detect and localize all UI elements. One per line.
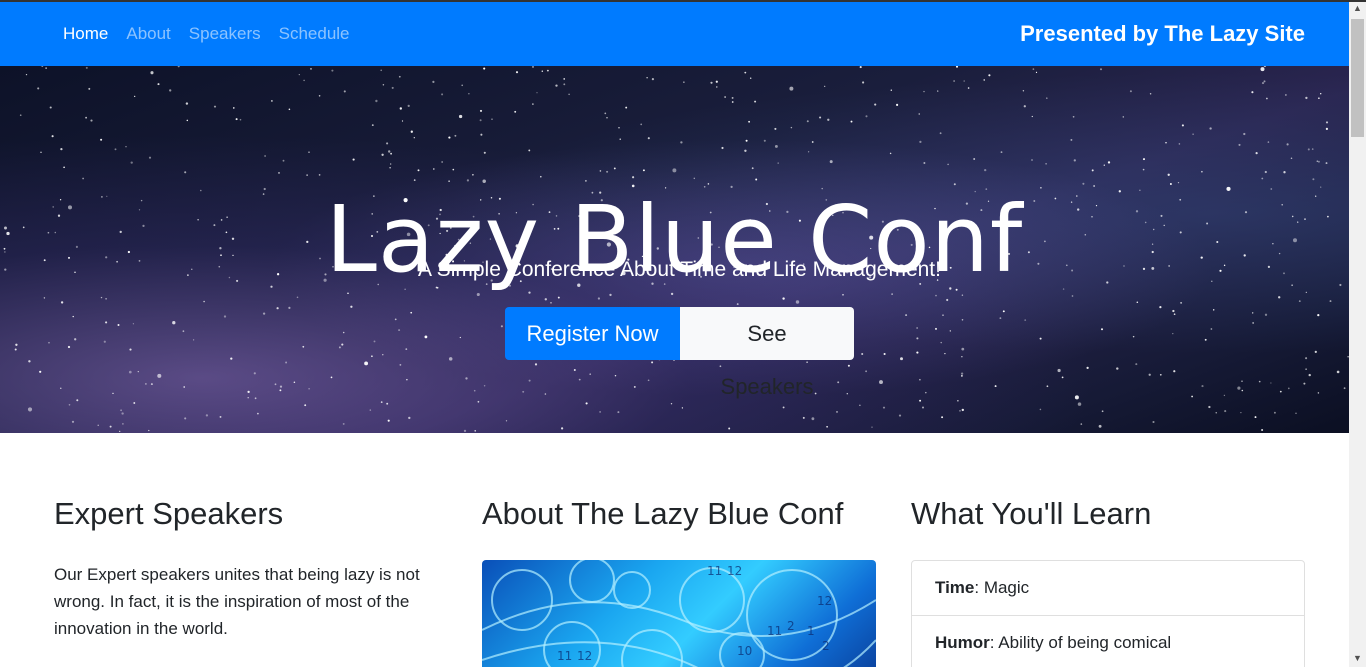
svg-text:2: 2 bbox=[822, 639, 830, 653]
vertical-scrollbar[interactable]: ▲ ▼ bbox=[1349, 0, 1366, 667]
list-item-time: Time: Magic bbox=[912, 561, 1304, 616]
speakers-column: Expert Speakers Our Expert speakers unit… bbox=[54, 495, 454, 642]
learn-desc: : Magic bbox=[974, 578, 1030, 597]
scroll-thumb[interactable] bbox=[1351, 19, 1364, 137]
svg-text:12: 12 bbox=[727, 564, 742, 578]
svg-text:12: 12 bbox=[577, 649, 592, 663]
svg-text:1: 1 bbox=[807, 624, 815, 638]
learn-term: Humor bbox=[935, 633, 990, 652]
nav-about-link[interactable]: About bbox=[126, 24, 170, 44]
nav-home-link[interactable]: Home bbox=[63, 24, 108, 44]
svg-text:10: 10 bbox=[737, 644, 752, 658]
svg-text:2: 2 bbox=[787, 619, 795, 633]
svg-text:11: 11 bbox=[767, 624, 782, 638]
list-item-humor: Humor: Ability of being comical bbox=[912, 616, 1304, 667]
about-heading: About The Lazy Blue Conf bbox=[482, 496, 844, 531]
speakers-text: Our Expert speakers unites that being la… bbox=[54, 565, 420, 638]
svg-text:12: 12 bbox=[817, 594, 832, 608]
window-top-border bbox=[0, 0, 1366, 2]
page-viewport: Home About Speakers Schedule Presented b… bbox=[0, 0, 1349, 667]
navbar-brand[interactable]: Presented by The Lazy Site bbox=[1020, 2, 1305, 66]
speakers-heading: Expert Speakers bbox=[54, 496, 284, 531]
learn-term: Time bbox=[935, 578, 975, 597]
nav-links: Home About Speakers Schedule bbox=[63, 2, 368, 66]
scroll-up-icon[interactable]: ▲ bbox=[1349, 0, 1366, 17]
navbar: Home About Speakers Schedule Presented b… bbox=[0, 2, 1349, 66]
learn-list: Time: Magic Humor: Ability of being comi… bbox=[911, 560, 1305, 667]
learn-heading: What You'll Learn bbox=[911, 496, 1152, 531]
hero-subtitle: A Simple Conference About Time and Life … bbox=[418, 258, 941, 281]
hero-button-group: Register Now See Speakers bbox=[505, 307, 854, 399]
svg-text:11: 11 bbox=[707, 564, 722, 578]
about-column: About The Lazy Blue Conf 11 12 12 11 2 1… bbox=[482, 495, 877, 667]
learn-desc: : Ability of being comical bbox=[989, 633, 1172, 652]
svg-text:11: 11 bbox=[557, 649, 572, 663]
see-speakers-button[interactable]: See Speakers bbox=[680, 307, 854, 399]
scroll-down-icon[interactable]: ▼ bbox=[1349, 650, 1366, 667]
nav-speakers-link[interactable]: Speakers bbox=[189, 24, 261, 44]
clock-graphic: 11 12 12 11 21 2 10 11 12 bbox=[482, 560, 876, 667]
nav-schedule-link[interactable]: Schedule bbox=[279, 24, 350, 44]
register-now-button[interactable]: Register Now bbox=[505, 307, 680, 360]
hero-section: Lazy Blue Conf A Simple Conference About… bbox=[0, 66, 1349, 433]
clock-image: 11 12 12 11 21 2 10 11 12 bbox=[482, 560, 876, 667]
learn-column: What You'll Learn Time: Magic Humor: Abi… bbox=[911, 495, 1305, 667]
